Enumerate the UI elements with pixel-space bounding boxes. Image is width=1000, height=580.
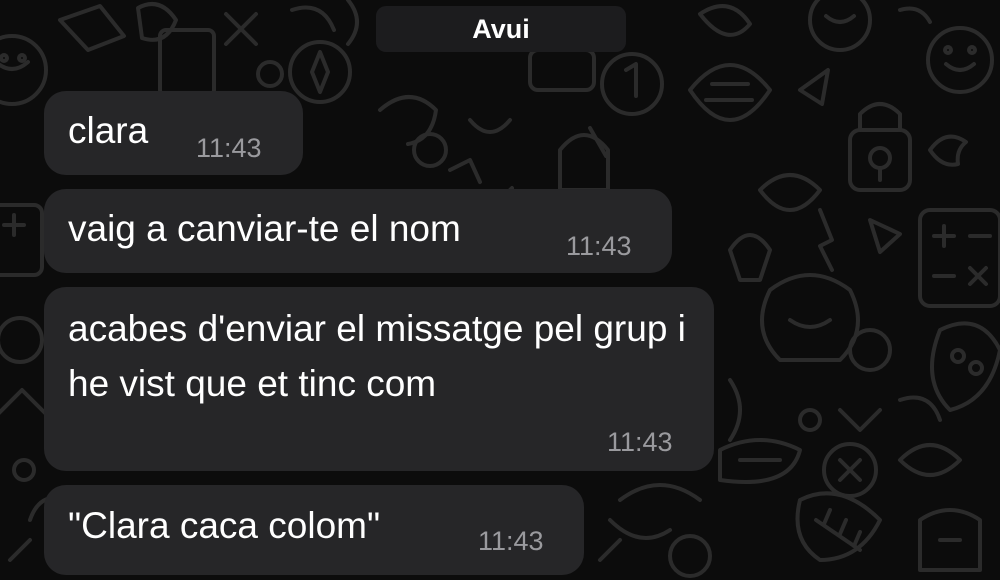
message-text: acabes d'enviar el missatge pel grup i h… (68, 308, 686, 404)
date-separator: Avui (376, 6, 626, 52)
message-bubble[interactable]: clara 11:43 (44, 91, 303, 175)
message-timestamp: 11:43 (566, 231, 632, 261)
message-text: "Clara caca colom" (68, 505, 381, 546)
message-text: vaig a canviar-te el nom (68, 208, 461, 249)
message-bubble[interactable]: acabes d'enviar el missatge pel grup i h… (44, 287, 714, 471)
message-timestamp: 11:43 (607, 427, 673, 457)
chat-view: Avui clara 11:43 vaig a canviar-te el no… (0, 0, 1000, 580)
message-timestamp: 11:43 (478, 526, 544, 556)
message-timestamp: 11:43 (196, 133, 262, 163)
message-bubble[interactable]: vaig a canviar-te el nom 11:43 (44, 189, 672, 273)
message-bubble[interactable]: "Clara caca colom" 11:43 (44, 485, 584, 575)
message-text: clara (68, 110, 149, 151)
